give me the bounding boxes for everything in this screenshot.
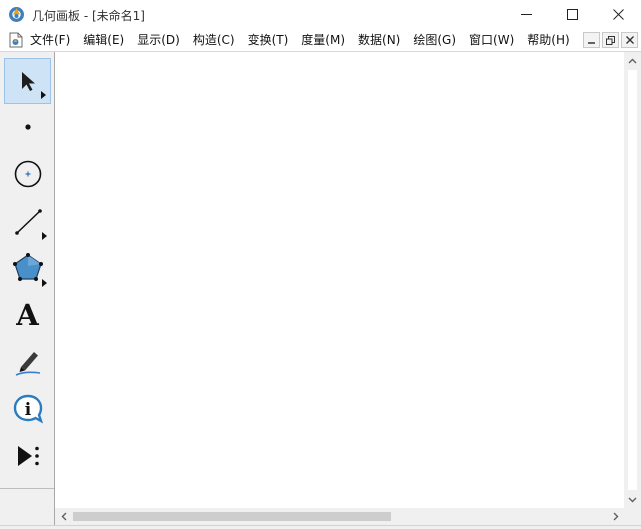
scroll-right-button[interactable] — [607, 508, 624, 525]
document-icon[interactable] — [9, 32, 23, 48]
scroll-up-button[interactable] — [624, 52, 641, 69]
chevron-up-icon — [628, 58, 637, 63]
restore-icon — [606, 35, 615, 45]
submenu-arrow-icon — [41, 91, 46, 99]
menu-construct[interactable]: 构造(C) — [193, 29, 248, 51]
window-bottom-edge — [0, 525, 641, 529]
vertical-scroll-track[interactable] — [628, 70, 637, 490]
info-icon: i — [13, 394, 43, 424]
menu-edit[interactable]: 编辑(E) — [83, 29, 137, 51]
scrollbar-corner — [624, 508, 641, 525]
geometers-sketchpad-app-icon — [9, 7, 24, 22]
point-tool[interactable] — [4, 104, 51, 150]
pen-icon — [15, 352, 40, 376]
menu-file[interactable]: 文件(F) — [30, 29, 83, 51]
play-more-icon — [17, 446, 39, 466]
marker-tool[interactable] — [4, 339, 51, 385]
point-icon — [24, 124, 31, 130]
info-glyph: i — [24, 400, 31, 420]
submenu-arrow-icon — [42, 279, 47, 287]
close-icon — [625, 36, 634, 44]
toolbox-divider — [0, 488, 54, 489]
menu-graph[interactable]: 绘图(G) — [413, 29, 469, 51]
text-tool[interactable]: A — [4, 292, 51, 338]
line-segment-icon — [14, 209, 42, 235]
close-button[interactable] — [595, 0, 641, 29]
straightedge-tool[interactable] — [4, 198, 51, 244]
horizontal-scrollbar[interactable] — [55, 508, 624, 525]
maximize-button[interactable] — [549, 0, 595, 29]
minimize-icon — [520, 14, 532, 15]
title-bar: 几何画板 - [未命名1] — [0, 0, 641, 29]
menu-window[interactable]: 窗口(W) — [469, 29, 527, 51]
chevron-down-icon — [628, 497, 637, 502]
minimize-icon — [588, 41, 595, 44]
compass-tool[interactable] — [4, 151, 51, 197]
horizontal-scroll-thumb[interactable] — [73, 512, 391, 521]
menu-help[interactable]: 帮助(H) — [527, 29, 582, 51]
chevron-right-icon — [613, 512, 618, 521]
document-minimize-button[interactable] — [583, 32, 600, 48]
close-icon — [612, 9, 624, 20]
window-title: 几何画板 - [未命名1] — [32, 9, 145, 23]
document-close-button[interactable] — [621, 32, 638, 48]
information-tool[interactable]: i — [4, 386, 51, 432]
menu-measure[interactable]: 度量(M) — [301, 29, 358, 51]
scroll-left-button[interactable] — [55, 508, 72, 525]
menu-data[interactable]: 数据(N) — [358, 29, 413, 51]
scroll-down-button[interactable] — [624, 491, 641, 508]
selection-arrow-tool[interactable] — [4, 58, 51, 104]
menu-transform[interactable]: 变换(T) — [248, 29, 302, 51]
menu-items: 文件(F) 编辑(E) 显示(D) 构造(C) 变换(T) 度量(M) 数据(N… — [30, 29, 583, 51]
chevron-left-icon — [61, 512, 66, 521]
arrow-cursor-icon — [21, 72, 35, 91]
document-restore-button[interactable] — [602, 32, 619, 48]
vertical-scrollbar[interactable] — [624, 52, 641, 508]
pentagon-icon — [12, 253, 43, 281]
menu-bar: 文件(F) 编辑(E) 显示(D) 构造(C) 变换(T) 度量(M) 数据(N… — [0, 29, 641, 51]
letter-a-icon: A — [16, 297, 39, 332]
custom-tool[interactable] — [4, 433, 51, 479]
submenu-arrow-icon — [42, 232, 47, 240]
maximize-icon — [566, 9, 578, 20]
minimize-button[interactable] — [503, 0, 549, 29]
sketch-canvas[interactable] — [55, 52, 624, 508]
circle-icon — [14, 160, 41, 188]
toolbox: A i — [0, 52, 55, 529]
polygon-tool[interactable] — [4, 245, 51, 291]
menu-display[interactable]: 显示(D) — [137, 29, 193, 51]
